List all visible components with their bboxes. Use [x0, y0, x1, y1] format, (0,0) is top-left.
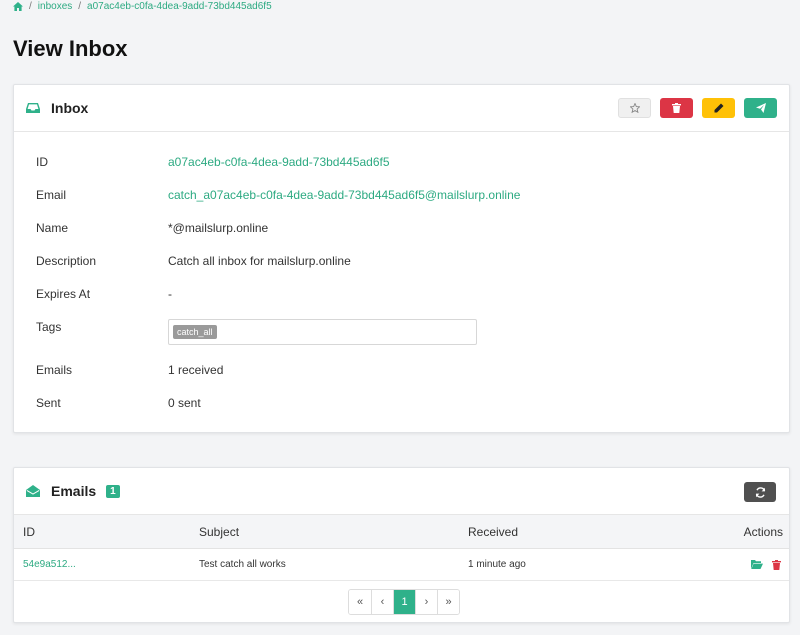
inbox-icon: [26, 103, 40, 113]
row-actions: [742, 549, 781, 580]
field-name: Name *@mailslurp.online: [36, 220, 268, 236]
field-label: Sent: [36, 396, 61, 410]
breadcrumb-separator: /: [78, 0, 82, 12]
pager-prev[interactable]: ‹: [371, 590, 393, 614]
favorite-button[interactable]: [618, 98, 651, 118]
field-value: *@mailslurp.online: [168, 221, 269, 235]
delete-inbox-button[interactable]: [660, 98, 693, 118]
field-label: Emails: [36, 363, 73, 377]
pager-next[interactable]: ›: [415, 590, 437, 614]
trash-icon[interactable]: [772, 559, 781, 570]
inbox-card: Inbox ID a07ac4eb-c0fa-4dea-9add-73bd445…: [13, 84, 790, 433]
field-emails: Emails 1 received: [36, 362, 223, 378]
emails-count-badge: 1: [106, 484, 120, 498]
pencil-icon: [714, 103, 723, 113]
breadcrumb-link-inbox-id[interactable]: a07ac4eb-c0fa-4dea-9add-73bd445ad6f5: [87, 1, 272, 12]
paper-plane-icon: [755, 103, 766, 113]
email-id-link[interactable]: 54e9a512...: [23, 559, 76, 570]
pager-page-1[interactable]: 1: [393, 590, 415, 614]
field-value: Catch all inbox for mailslurp.online: [168, 254, 351, 268]
emails-card-header: Emails 1: [14, 468, 789, 515]
pager-first[interactable]: «: [349, 590, 371, 614]
send-email-button[interactable]: [744, 98, 777, 118]
breadcrumb: / inboxes / a07ac4eb-c0fa-4dea-9add-73bd…: [13, 0, 272, 12]
field-label: Email: [36, 188, 67, 202]
column-header-id[interactable]: ID: [23, 515, 35, 548]
field-value: 1 received: [168, 363, 224, 377]
field-expires-at: Expires At -: [36, 286, 172, 302]
field-tags: Tags: [36, 319, 168, 335]
column-header-subject[interactable]: Subject: [199, 515, 239, 548]
inbox-card-header: Inbox: [14, 85, 789, 132]
inbox-email-link[interactable]: catch_a07ac4eb-c0fa-4dea-9add-73bd445ad6…: [168, 188, 520, 202]
field-label: Tags: [36, 320, 62, 334]
edit-inbox-button[interactable]: [702, 98, 735, 118]
field-email: Email catch_a07ac4eb-c0fa-4dea-9add-73bd…: [36, 187, 520, 203]
inbox-id-link[interactable]: a07ac4eb-c0fa-4dea-9add-73bd445ad6f5: [168, 155, 390, 169]
email-received: 1 minute ago: [468, 559, 526, 570]
page-title: View Inbox: [13, 36, 128, 61]
field-value: 0 sent: [168, 396, 201, 410]
column-header-received[interactable]: Received: [468, 515, 518, 548]
table-row[interactable]: 54e9a512... Test catch all works 1 minut…: [14, 549, 789, 581]
trash-icon: [672, 103, 681, 113]
pagination: « ‹ 1 › »: [348, 589, 460, 615]
field-label: ID: [36, 155, 48, 169]
tag-chip[interactable]: catch_all: [173, 325, 217, 339]
folder-open-icon[interactable]: [751, 560, 763, 569]
tags-input[interactable]: catch_all: [168, 319, 477, 345]
inbox-actions: [618, 98, 777, 118]
email-subject: Test catch all works: [199, 559, 286, 570]
field-description: Description Catch all inbox for mailslur…: [36, 253, 351, 269]
field-value: -: [168, 287, 172, 301]
breadcrumb-separator: /: [29, 0, 32, 12]
envelope-open-icon: [26, 485, 40, 497]
pager-last[interactable]: »: [437, 590, 459, 614]
field-label: Expires At: [36, 287, 91, 301]
emails-card-title: Emails: [51, 483, 97, 499]
field-id: ID a07ac4eb-c0fa-4dea-9add-73bd445ad6f5: [36, 154, 390, 170]
inbox-card-title: Inbox: [51, 100, 89, 116]
breadcrumb-link-inboxes[interactable]: inboxes: [38, 1, 72, 12]
field-label: Name: [36, 221, 69, 235]
field-label: Description: [36, 254, 97, 268]
column-header-actions: Actions: [743, 524, 783, 539]
home-icon[interactable]: [13, 1, 23, 11]
refresh-button[interactable]: [744, 482, 776, 502]
star-icon: [629, 103, 640, 113]
field-sent: Sent 0 sent: [36, 395, 201, 411]
refresh-icon: [755, 486, 765, 498]
emails-card: Emails 1 ID Subject Received Actions 54e…: [13, 467, 790, 623]
emails-table-header: ID Subject Received Actions: [14, 515, 789, 549]
